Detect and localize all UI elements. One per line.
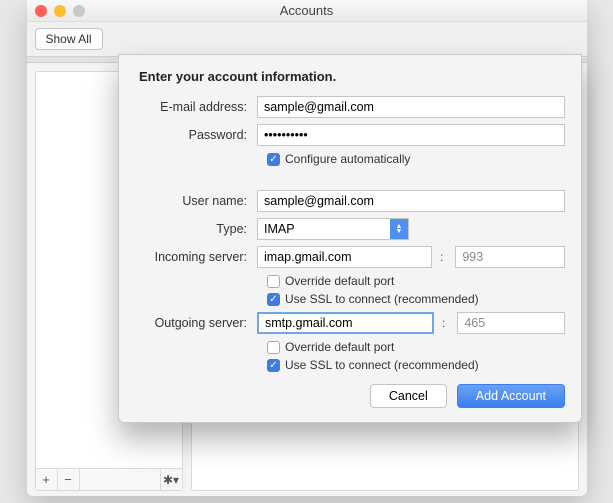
traffic-lights (35, 5, 85, 17)
minimize-window-icon[interactable] (54, 5, 66, 17)
sheet-heading: Enter your account information. (139, 69, 565, 84)
close-window-icon[interactable] (35, 5, 47, 17)
incoming-port-field[interactable] (455, 246, 565, 268)
cancel-button[interactable]: Cancel (370, 384, 447, 408)
remove-account-button[interactable]: − (58, 469, 80, 491)
username-label: User name: (139, 194, 257, 208)
sidebar-footer: + − ✱▾ (36, 468, 182, 490)
port-separator: : (440, 250, 443, 264)
email-label: E-mail address: (139, 100, 257, 114)
add-account-button-primary[interactable]: Add Account (457, 384, 565, 408)
incoming-ssl-checkbox[interactable] (267, 293, 280, 306)
account-setup-sheet: Enter your account information. E-mail a… (118, 54, 582, 423)
password-field[interactable] (257, 124, 565, 146)
outgoing-override-port-label: Override default port (285, 340, 394, 354)
show-all-button[interactable]: Show All (35, 28, 103, 50)
outgoing-server-label: Outgoing server: (139, 316, 257, 330)
password-label: Password: (139, 128, 257, 142)
incoming-server-field[interactable] (257, 246, 432, 268)
username-field[interactable] (257, 190, 565, 212)
incoming-ssl-label: Use SSL to connect (recommended) (285, 292, 479, 306)
type-label: Type: (139, 222, 257, 236)
type-value: IMAP (264, 222, 295, 236)
outgoing-server-field[interactable] (257, 312, 434, 334)
incoming-override-port-checkbox[interactable] (267, 275, 280, 288)
outgoing-port-field[interactable] (457, 312, 565, 334)
configure-automatically-checkbox[interactable] (267, 153, 280, 166)
add-account-button[interactable]: + (36, 469, 58, 491)
email-field[interactable] (257, 96, 565, 118)
titlebar: Accounts (27, 0, 587, 22)
type-select[interactable]: IMAP ▲▼ (257, 218, 409, 240)
toolbar: Show All (27, 22, 587, 57)
select-arrows-icon: ▲▼ (390, 219, 408, 239)
outgoing-ssl-label: Use SSL to connect (recommended) (285, 358, 479, 372)
incoming-override-port-label: Override default port (285, 274, 394, 288)
window-title: Accounts (280, 3, 333, 18)
incoming-server-label: Incoming server: (139, 250, 257, 264)
outgoing-override-port-checkbox[interactable] (267, 341, 280, 354)
configure-automatically-label: Configure automatically (285, 152, 410, 166)
account-actions-button[interactable]: ✱▾ (160, 469, 182, 491)
outgoing-ssl-checkbox[interactable] (267, 359, 280, 372)
zoom-window-icon[interactable] (73, 5, 85, 17)
port-separator-2: : (442, 316, 445, 330)
